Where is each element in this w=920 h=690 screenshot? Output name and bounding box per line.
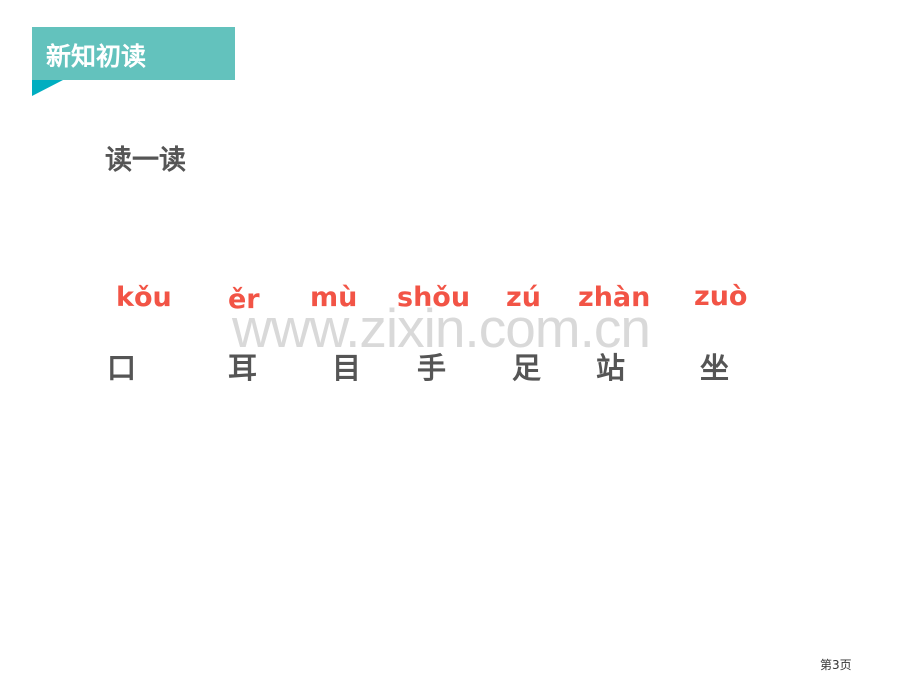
hanzi-character: 目 (332, 351, 362, 385)
pinyin-label: zú (506, 282, 541, 313)
page-number: 第3页 (820, 658, 852, 672)
hanzi-character: 口 (107, 351, 137, 385)
section-title: 新知初读 (46, 42, 147, 71)
section-banner: 新知初读 (32, 27, 235, 80)
pinyin-label: kǒu (116, 282, 172, 313)
pinyin-label: zhàn (578, 282, 651, 313)
hanzi-character: 站 (596, 351, 626, 385)
hanzi-character: 手 (417, 351, 447, 385)
hanzi-character: 足 (512, 351, 542, 385)
pinyin-label: zuò (694, 281, 748, 312)
subtitle-read-aloud: 读一读 (105, 145, 186, 176)
pinyin-label: ěr (228, 284, 260, 315)
pinyin-label: shǒu (397, 282, 471, 313)
hanzi-character: 耳 (228, 351, 258, 385)
hanzi-character: 坐 (700, 351, 730, 385)
pinyin-label: mù (310, 282, 358, 313)
